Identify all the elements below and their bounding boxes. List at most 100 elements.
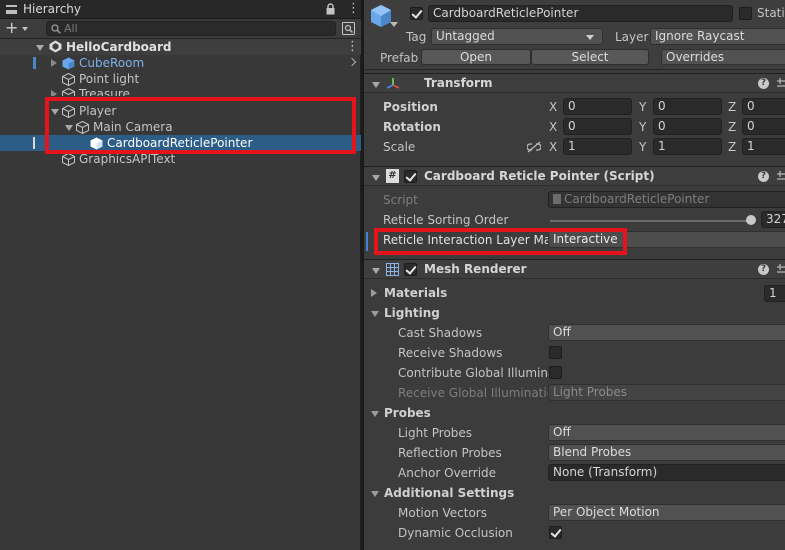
layer-value: Ignore Raycast (655, 29, 745, 43)
script-label: Script (383, 193, 418, 207)
rotation-z-field[interactable]: 0 (742, 118, 785, 135)
gameobject-cube-icon (62, 73, 75, 86)
scale-y-field[interactable]: 1 (653, 138, 722, 155)
mesh-renderer-title: Mesh Renderer (424, 262, 527, 276)
additional-settings-label[interactable]: Additional Settings (384, 486, 514, 500)
lighting-label[interactable]: Lighting (384, 306, 440, 320)
mesh-renderer-enabled-checkbox[interactable] (404, 263, 417, 276)
static-checkbox[interactable] (739, 7, 752, 20)
hierarchy-item-treasure[interactable]: Treasure (0, 87, 361, 96)
rotation-label: Rotation (383, 120, 441, 134)
probes-foldout-icon[interactable] (371, 411, 379, 417)
gameobject-cube-icon (62, 153, 75, 166)
settings-icon[interactable] (777, 171, 785, 183)
lock-icon[interactable] (326, 3, 335, 15)
rotation-x-label[interactable]: X (549, 120, 557, 134)
foldout-arrow-icon[interactable] (372, 175, 380, 181)
receive-shadows-checkbox[interactable] (549, 346, 562, 359)
position-z-label[interactable]: Z (728, 100, 736, 114)
inspector-header: CardboardReticlePointer Static Tag Untag… (364, 0, 785, 70)
scene-row[interactable]: HelloCardboard ⋮ (0, 39, 361, 55)
object-name-field[interactable]: CardboardReticlePointer (428, 5, 733, 22)
highlight-annotation-box (45, 97, 356, 154)
constrain-proportions-icon[interactable] (527, 141, 541, 153)
help-icon[interactable]: ? (758, 78, 769, 89)
icon-dropdown-arrow-icon[interactable] (390, 22, 398, 27)
sorting-order-slider[interactable] (550, 220, 752, 222)
script-component-header[interactable]: # Cardboard Reticle Pointer (Script) ? (364, 166, 785, 186)
hierarchy-panel: Hierarchy ⋮ + All HelloCardboard ⋮ CubeR… (0, 0, 361, 550)
open-prefab-button[interactable]: Open (421, 49, 531, 65)
rotation-y-label[interactable]: Y (639, 120, 646, 134)
hierarchy-menu-icon[interactable]: ⋮ (347, 2, 360, 15)
rotation-z-label[interactable]: Z (728, 120, 736, 134)
materials-count: 1 (769, 286, 777, 300)
open-button-label: Open (459, 50, 493, 64)
script-field: CardboardReticlePointer (548, 191, 785, 208)
scale-z-label[interactable]: Z (728, 140, 736, 154)
scene-filter-icon[interactable] (342, 22, 355, 35)
settings-icon[interactable] (777, 264, 785, 276)
layer-dropdown[interactable]: Ignore Raycast (650, 28, 785, 45)
sorting-order-field[interactable]: 327 (761, 211, 785, 228)
expand-arrow-icon[interactable] (51, 90, 57, 96)
scale-x-field[interactable]: 1 (563, 138, 632, 155)
transform-header[interactable]: Transform ? (364, 73, 785, 93)
hierarchy-item-label: Point light (79, 72, 140, 86)
hierarchy-item-cuberoom[interactable]: CubeRoom (0, 55, 361, 71)
unity-scene-icon (49, 40, 62, 53)
position-y-field[interactable]: 0 (653, 98, 722, 115)
materials-label[interactable]: Materials (384, 286, 447, 300)
search-placeholder: All (64, 22, 78, 35)
materials-foldout-icon[interactable] (371, 289, 377, 297)
overrides-dropdown[interactable]: Overrides (661, 49, 785, 65)
expand-arrow-icon[interactable] (36, 45, 44, 51)
position-y-label[interactable]: Y (639, 100, 646, 114)
foldout-arrow-icon[interactable] (372, 82, 380, 88)
reflection-probes-dropdown[interactable]: Blend Probes (548, 444, 785, 461)
active-checkbox[interactable] (410, 7, 423, 20)
motion-vectors-dropdown[interactable]: Per Object Motion (548, 504, 785, 521)
lighting-foldout-icon[interactable] (371, 311, 379, 317)
anchor-override-label: Anchor Override (398, 466, 497, 480)
expand-arrow-icon[interactable] (51, 59, 57, 67)
foldout-arrow-icon[interactable] (372, 268, 380, 274)
anchor-override-field[interactable]: None (Transform) (548, 464, 785, 481)
chevron-right-icon[interactable] (347, 57, 357, 67)
help-icon[interactable]: ? (758, 264, 769, 275)
rotation-y-field[interactable]: 0 (653, 118, 722, 135)
scale-z-field[interactable]: 1 (742, 138, 785, 155)
rotation-x-field[interactable]: 0 (563, 118, 632, 135)
position-label: Position (383, 100, 438, 114)
script-enabled-checkbox[interactable] (404, 170, 417, 183)
materials-count-field[interactable]: 1 (764, 285, 785, 302)
hierarchy-search[interactable]: All (46, 21, 336, 36)
hierarchy-item-point-light[interactable]: Point light (0, 71, 361, 87)
dynamic-occlusion-checkbox[interactable] (549, 526, 562, 539)
gameobject-icon[interactable] (370, 4, 392, 28)
help-icon[interactable]: ? (758, 171, 769, 182)
light-probes-dropdown[interactable]: Off (548, 424, 785, 441)
reflection-probes-label: Reflection Probes (398, 446, 502, 460)
probes-label[interactable]: Probes (384, 406, 431, 420)
scene-menu-icon[interactable]: ⋮ (346, 40, 359, 53)
script-value: CardboardReticlePointer (564, 192, 710, 206)
scale-y-label[interactable]: Y (639, 140, 646, 154)
slider-handle[interactable] (746, 215, 756, 225)
tag-dropdown[interactable]: Untagged (431, 28, 603, 45)
select-prefab-button[interactable]: Select (531, 49, 649, 65)
position-z-field[interactable]: 0 (742, 98, 785, 115)
cast-shadows-dropdown[interactable]: Off (548, 324, 785, 341)
chevron-down-icon (22, 27, 28, 31)
add-object-button[interactable]: + (5, 20, 35, 37)
additional-settings-foldout-icon[interactable] (371, 491, 379, 497)
sorting-order-label: Reticle Sorting Order (383, 213, 509, 227)
position-x-field[interactable]: 0 (563, 98, 632, 115)
transform-title: Transform (424, 76, 493, 90)
settings-icon[interactable] (777, 78, 785, 90)
hierarchy-tab[interactable]: Hierarchy ⋮ (0, 0, 361, 19)
position-x-label[interactable]: X (549, 100, 557, 114)
mesh-renderer-header[interactable]: Mesh Renderer ? (364, 259, 785, 279)
scale-x-label[interactable]: X (549, 140, 557, 154)
contribute-gi-checkbox[interactable] (549, 366, 562, 379)
